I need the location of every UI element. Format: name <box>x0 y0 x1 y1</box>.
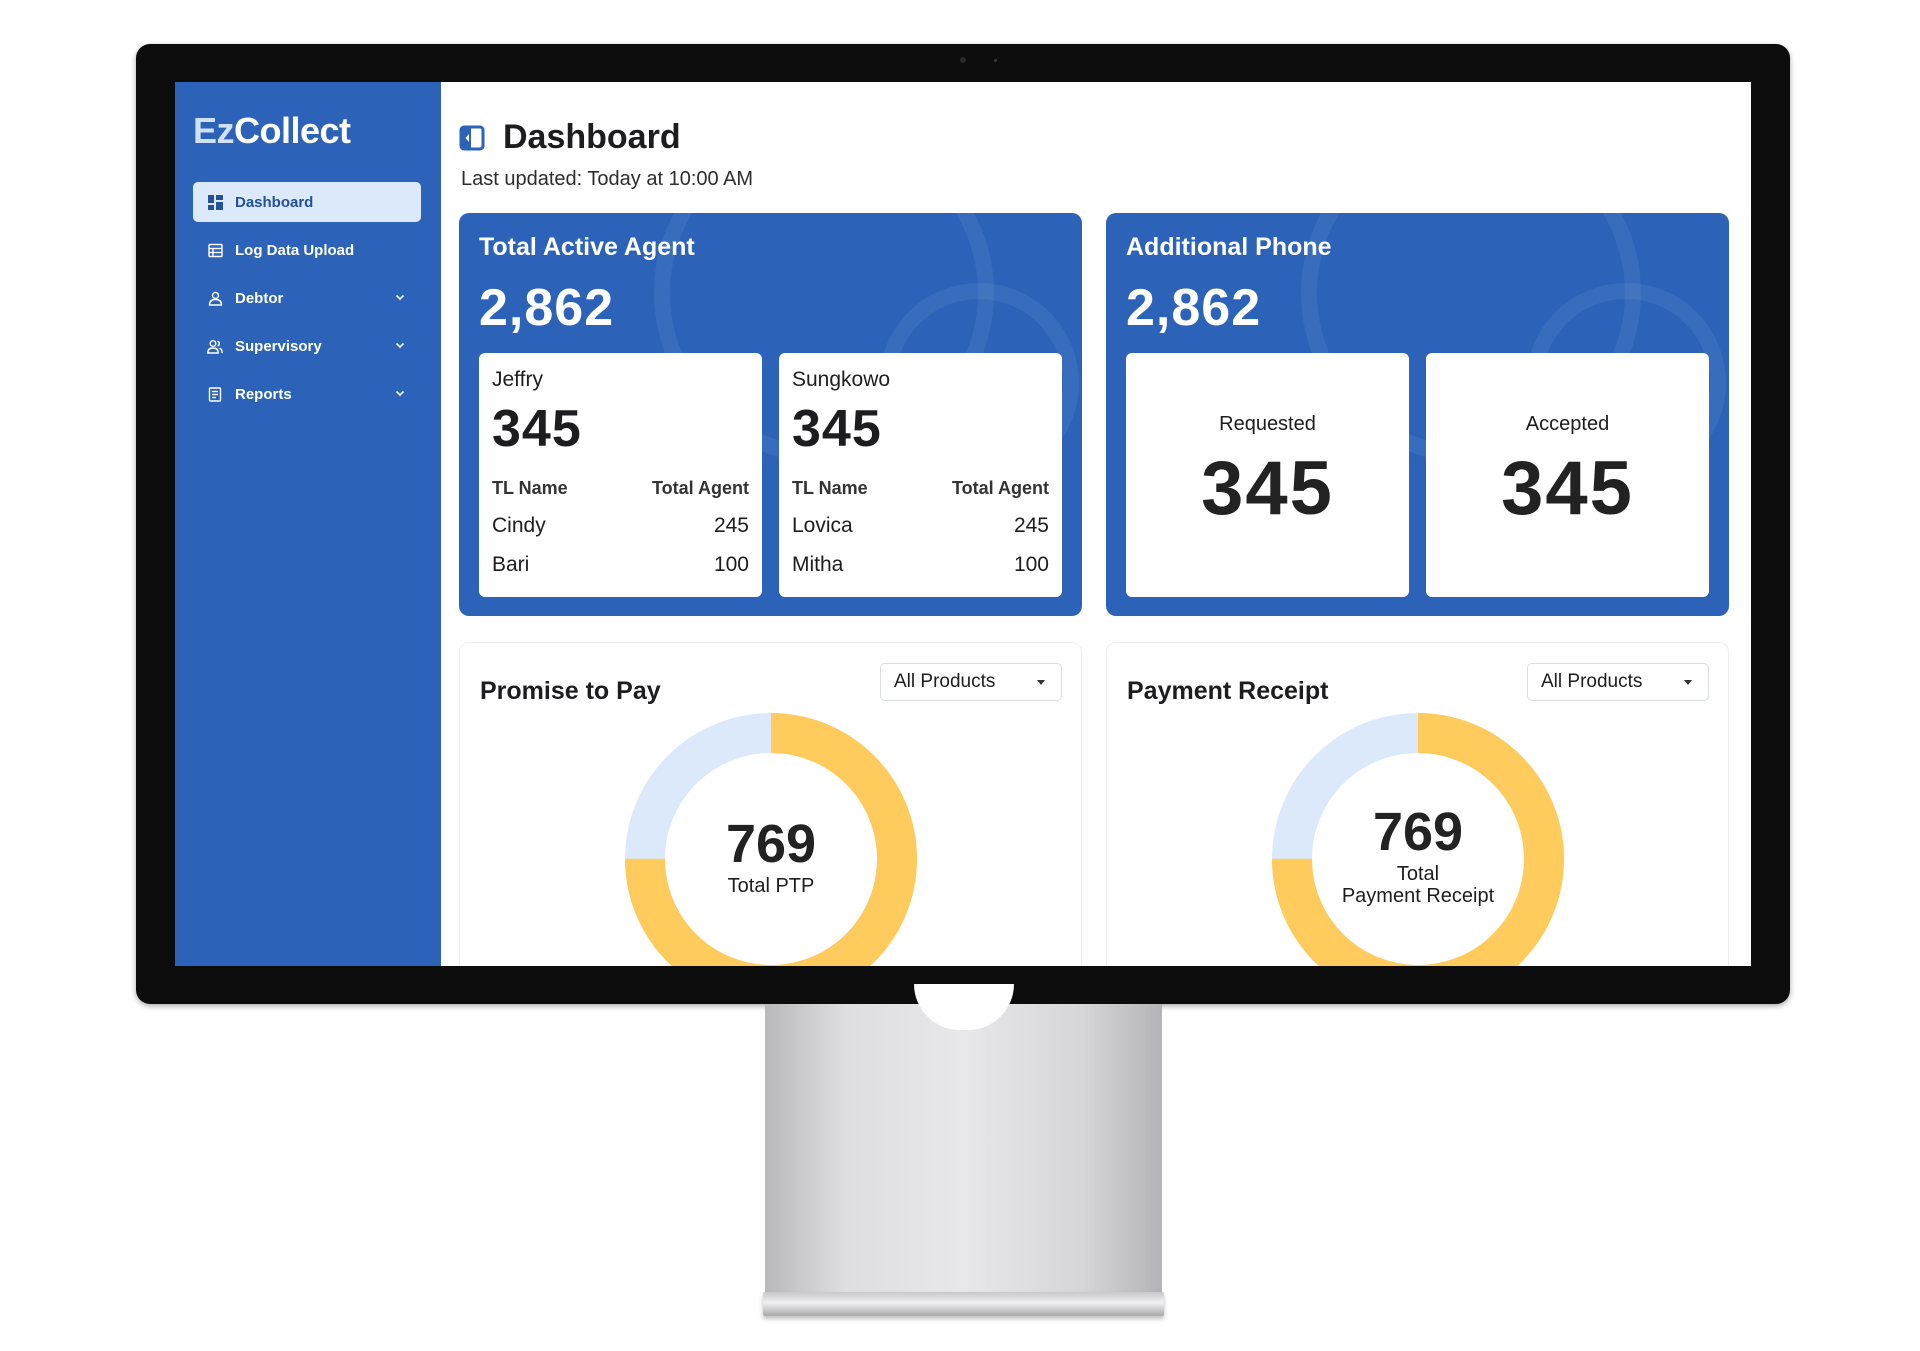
caret-down-icon <box>1037 680 1045 685</box>
accepted-value: 345 <box>1501 446 1634 531</box>
page-header: Dashboard <box>459 118 681 157</box>
sidebar-item-label: Reports <box>235 385 292 403</box>
product-filter-dropdown[interactable]: All Products <box>1527 663 1709 701</box>
table-cell-name: Cindy <box>492 514 546 537</box>
sidebar-item-reports[interactable]: Reports <box>193 374 421 414</box>
team-leader-name: Jeffry <box>492 368 543 391</box>
team-leader-count: 345 <box>792 400 882 458</box>
table-cell-value: 245 <box>1013 514 1049 537</box>
users-icon <box>207 338 223 354</box>
ptp-donut: 769 Total PTP <box>625 713 917 966</box>
monitor-stand <box>765 1004 1162 1312</box>
dropdown-value: All Products <box>1541 671 1643 692</box>
sidebar-item-label: Dashboard <box>235 193 314 211</box>
team-leader-card[interactable]: Jeffry 345 TL Name Total Agent Cindy 245… <box>479 353 762 597</box>
table-cell-name: Bari <box>492 553 530 576</box>
column-header-tl-name: TL Name <box>792 478 868 498</box>
total-ptp-value: 769 <box>725 814 817 874</box>
accepted-card[interactable]: Accepted 345 <box>1426 353 1709 597</box>
total-active-agent-card: Total Active Agent 2,862 Jeffry 345 TL N… <box>459 213 1082 616</box>
chevron-down-icon <box>395 294 405 301</box>
promise-to-pay-card: Promise to Pay All Products 769 Total PT… <box>459 642 1082 966</box>
report-icon <box>207 386 223 402</box>
sidebar-item-debtor[interactable]: Debtor <box>193 278 421 318</box>
table-icon <box>207 242 223 258</box>
total-payment-receipt-label-line1: Total <box>1396 863 1440 885</box>
table-cell-name: Lovica <box>792 514 853 537</box>
caret-down-icon <box>1684 680 1692 685</box>
chevron-down-icon <box>395 390 405 397</box>
grid-icon <box>207 194 223 210</box>
app-screen: EzCollect Dashboard Log Data Upload Debt… <box>175 82 1751 966</box>
stand-base <box>763 1292 1164 1316</box>
chevron-down-icon <box>395 342 405 349</box>
table-cell-value: 245 <box>713 514 749 537</box>
total-payment-receipt-label-line2: Payment Receipt <box>1341 885 1495 907</box>
table-cell-name: Mitha <box>792 553 844 576</box>
user-icon <box>207 290 223 306</box>
product-filter-dropdown[interactable]: All Products <box>880 663 1062 701</box>
logo-prefix: Ez <box>193 110 235 151</box>
card-title: Promise to Pay <box>480 677 661 705</box>
additional-phone-value: 2,862 <box>1126 279 1262 337</box>
dropdown-value: All Products <box>894 671 996 692</box>
sidebar-item-dashboard[interactable]: Dashboard <box>193 182 421 222</box>
payment-receipt-donut: 769 Total Payment Receipt <box>1272 713 1564 966</box>
sidebar-item-supervisory[interactable]: Supervisory <box>193 326 421 366</box>
logo-suffix: Collect <box>234 110 351 151</box>
camera-dot <box>960 57 966 63</box>
column-header-tl-name: TL Name <box>492 478 568 498</box>
total-active-agent-value: 2,862 <box>479 279 615 337</box>
team-leader-name: Sungkowo <box>792 368 891 391</box>
requested-card[interactable]: Requested 345 <box>1126 353 1409 597</box>
card-title: Additional Phone <box>1126 233 1332 261</box>
sidebar-item-label: Supervisory <box>235 337 322 355</box>
column-header-total-agent: Total Agent <box>652 478 749 498</box>
camera-sensor <box>994 59 997 62</box>
team-leader-count: 345 <box>492 400 582 458</box>
last-updated-text: Last updated: Today at 10:00 AM <box>461 168 754 190</box>
total-payment-receipt-value: 769 <box>1372 802 1464 862</box>
card-title: Payment Receipt <box>1127 677 1329 705</box>
table-cell-value: 100 <box>1013 553 1049 576</box>
card-title: Total Active Agent <box>479 233 695 261</box>
page-title: Dashboard <box>503 118 681 156</box>
sidebar-item-log-data-upload[interactable]: Log Data Upload <box>193 230 421 270</box>
column-header-total-agent: Total Agent <box>952 478 1049 498</box>
team-leader-card[interactable]: Sungkowo 345 TL Name Total Agent Lovica … <box>779 353 1062 597</box>
total-ptp-label: Total PTP <box>727 875 815 897</box>
sidebar: EzCollect Dashboard Log Data Upload Debt… <box>175 82 441 966</box>
sidebar-item-label: Debtor <box>235 289 284 307</box>
requested-value: 345 <box>1201 446 1334 531</box>
table-cell-value: 100 <box>713 553 749 576</box>
accepted-label: Accepted <box>1525 413 1610 435</box>
sidebar-toggle-icon[interactable] <box>459 125 485 151</box>
payment-receipt-card: Payment Receipt All Products 769 Total P… <box>1106 642 1729 966</box>
app-logo[interactable]: EzCollect <box>193 110 351 152</box>
additional-phone-card: Additional Phone 2,862 Requested 345 Acc… <box>1106 213 1729 616</box>
requested-label: Requested <box>1219 413 1316 435</box>
monitor-frame: EzCollect Dashboard Log Data Upload Debt… <box>136 44 1790 1004</box>
sidebar-item-label: Log Data Upload <box>235 241 355 259</box>
